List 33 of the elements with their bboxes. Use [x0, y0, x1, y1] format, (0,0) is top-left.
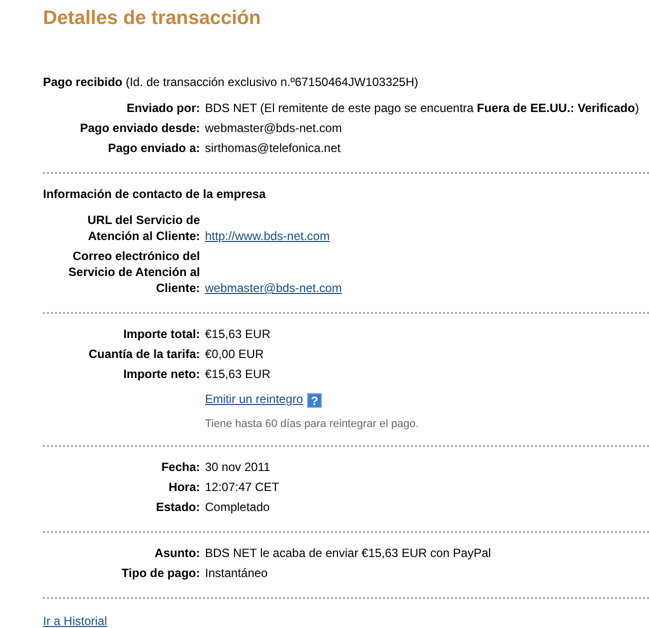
field-label: Tipo de pago: — [120, 564, 200, 580]
field-value: €15,63 EUR — [205, 366, 270, 382]
field-value: 30 nov 2011 — [205, 458, 270, 474]
field-link[interactable]: webmaster@bds-net.com — [205, 280, 342, 296]
field-value: Instantáneo — [205, 564, 268, 580]
help-button[interactable]: ? — [307, 393, 322, 408]
field-value: sirthomas@telefonica.net — [205, 140, 341, 156]
field-label: Enviado por: — [126, 100, 200, 116]
field-value: BDS NET (El remitente de este pago se encuentra Fuera de EE.UU.: Verificado) — [205, 100, 639, 116]
field-label: Hora: — [168, 478, 200, 494]
refund-note: Tiene hasta 60 días para reintegrar el pago. — [205, 417, 420, 432]
field-value: €0,00 EUR — [205, 346, 264, 362]
field-label: Importe neto: — [122, 366, 200, 382]
field-label: Pago enviado desde: — [78, 120, 200, 136]
field-label: Estado: — [154, 498, 200, 514]
field-link[interactable]: http://www.bds-net.com — [205, 228, 330, 244]
field-label: Correo electrónico del Servicio de Atención al Cliente: — [67, 248, 200, 296]
field-label: Cuantía de la tarifa: — [88, 346, 200, 362]
field-label: Fecha: — [160, 458, 200, 474]
field-label: Asunto: — [154, 544, 200, 560]
section-heading: Información de contacto de la empresa — [43, 186, 267, 202]
history-link[interactable]: Ir a Historial — [43, 612, 108, 628]
field-value: €15,63 EUR — [205, 326, 270, 342]
refund-link[interactable]: Emitir un reintegro — [205, 392, 304, 406]
field-label: Importe total: — [122, 326, 200, 342]
field-label: Pago enviado a: — [106, 140, 200, 156]
section-heading: Pago recibido (Id. de transacción exclusivo n.º67150464JW103325H) — [43, 74, 420, 90]
field-value: webmaster@bds-net.com — [205, 120, 342, 136]
page-title: Detalles de transacción — [43, 6, 262, 30]
field-value: Completado — [205, 498, 270, 514]
field-value: BDS NET le acaba de enviar €15,63 EUR con PayPal — [205, 544, 491, 560]
field-label: URL del Servicio de Atención al Cliente: — [86, 212, 200, 244]
field-value: 12:07:47 CET — [205, 478, 280, 494]
